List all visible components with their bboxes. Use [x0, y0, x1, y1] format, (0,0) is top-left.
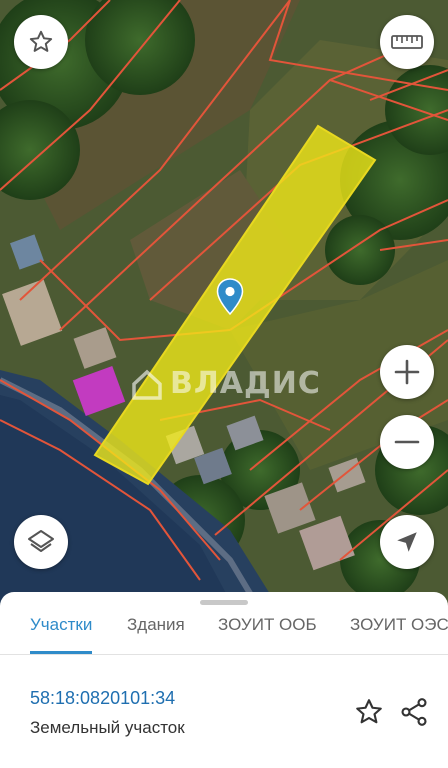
tab-buildings[interactable]: Здания [127, 608, 185, 654]
navigation-arrow-icon [397, 532, 417, 552]
layers-button[interactable] [14, 515, 68, 569]
plus-icon [394, 359, 420, 385]
layers-icon [28, 530, 54, 552]
minus-icon [394, 440, 420, 444]
tab-bar: Участки Здания ЗОУИТ ООБ ЗОУИТ ОЭС [0, 608, 448, 654]
star-outline-icon[interactable] [354, 697, 384, 727]
tab-divider [0, 654, 448, 655]
tab-zouit-oes[interactable]: ЗОУИТ ОЭС [350, 608, 448, 654]
ruler-button[interactable] [380, 15, 434, 69]
tab-zouit-oob[interactable]: ЗОУИТ ООБ [218, 608, 317, 654]
drag-handle[interactable] [200, 600, 248, 605]
favorite-button[interactable] [14, 15, 68, 69]
location-pin-icon[interactable] [216, 278, 244, 316]
star-outline-icon [29, 30, 53, 52]
parcel-type: Земельный участок [30, 718, 185, 737]
watermark: ВЛАДИС [130, 366, 321, 401]
zoom-in-button[interactable] [380, 345, 434, 399]
share-icon[interactable] [398, 696, 430, 728]
map-view[interactable]: ВЛАДИС [0, 0, 448, 610]
house-logo-icon [132, 369, 162, 400]
my-location-button[interactable] [380, 515, 434, 569]
ruler-icon [391, 35, 423, 49]
watermark-text: ВЛАДИС [170, 366, 321, 401]
bottom-sheet[interactable]: Участки Здания ЗОУИТ ООБ ЗОУИТ ОЭС 58:18… [0, 592, 448, 768]
tab-parcels[interactable]: Участки [30, 608, 93, 654]
cadastral-number[interactable]: 58:18:0820101:34 [30, 688, 175, 709]
zoom-out-button[interactable] [380, 415, 434, 469]
